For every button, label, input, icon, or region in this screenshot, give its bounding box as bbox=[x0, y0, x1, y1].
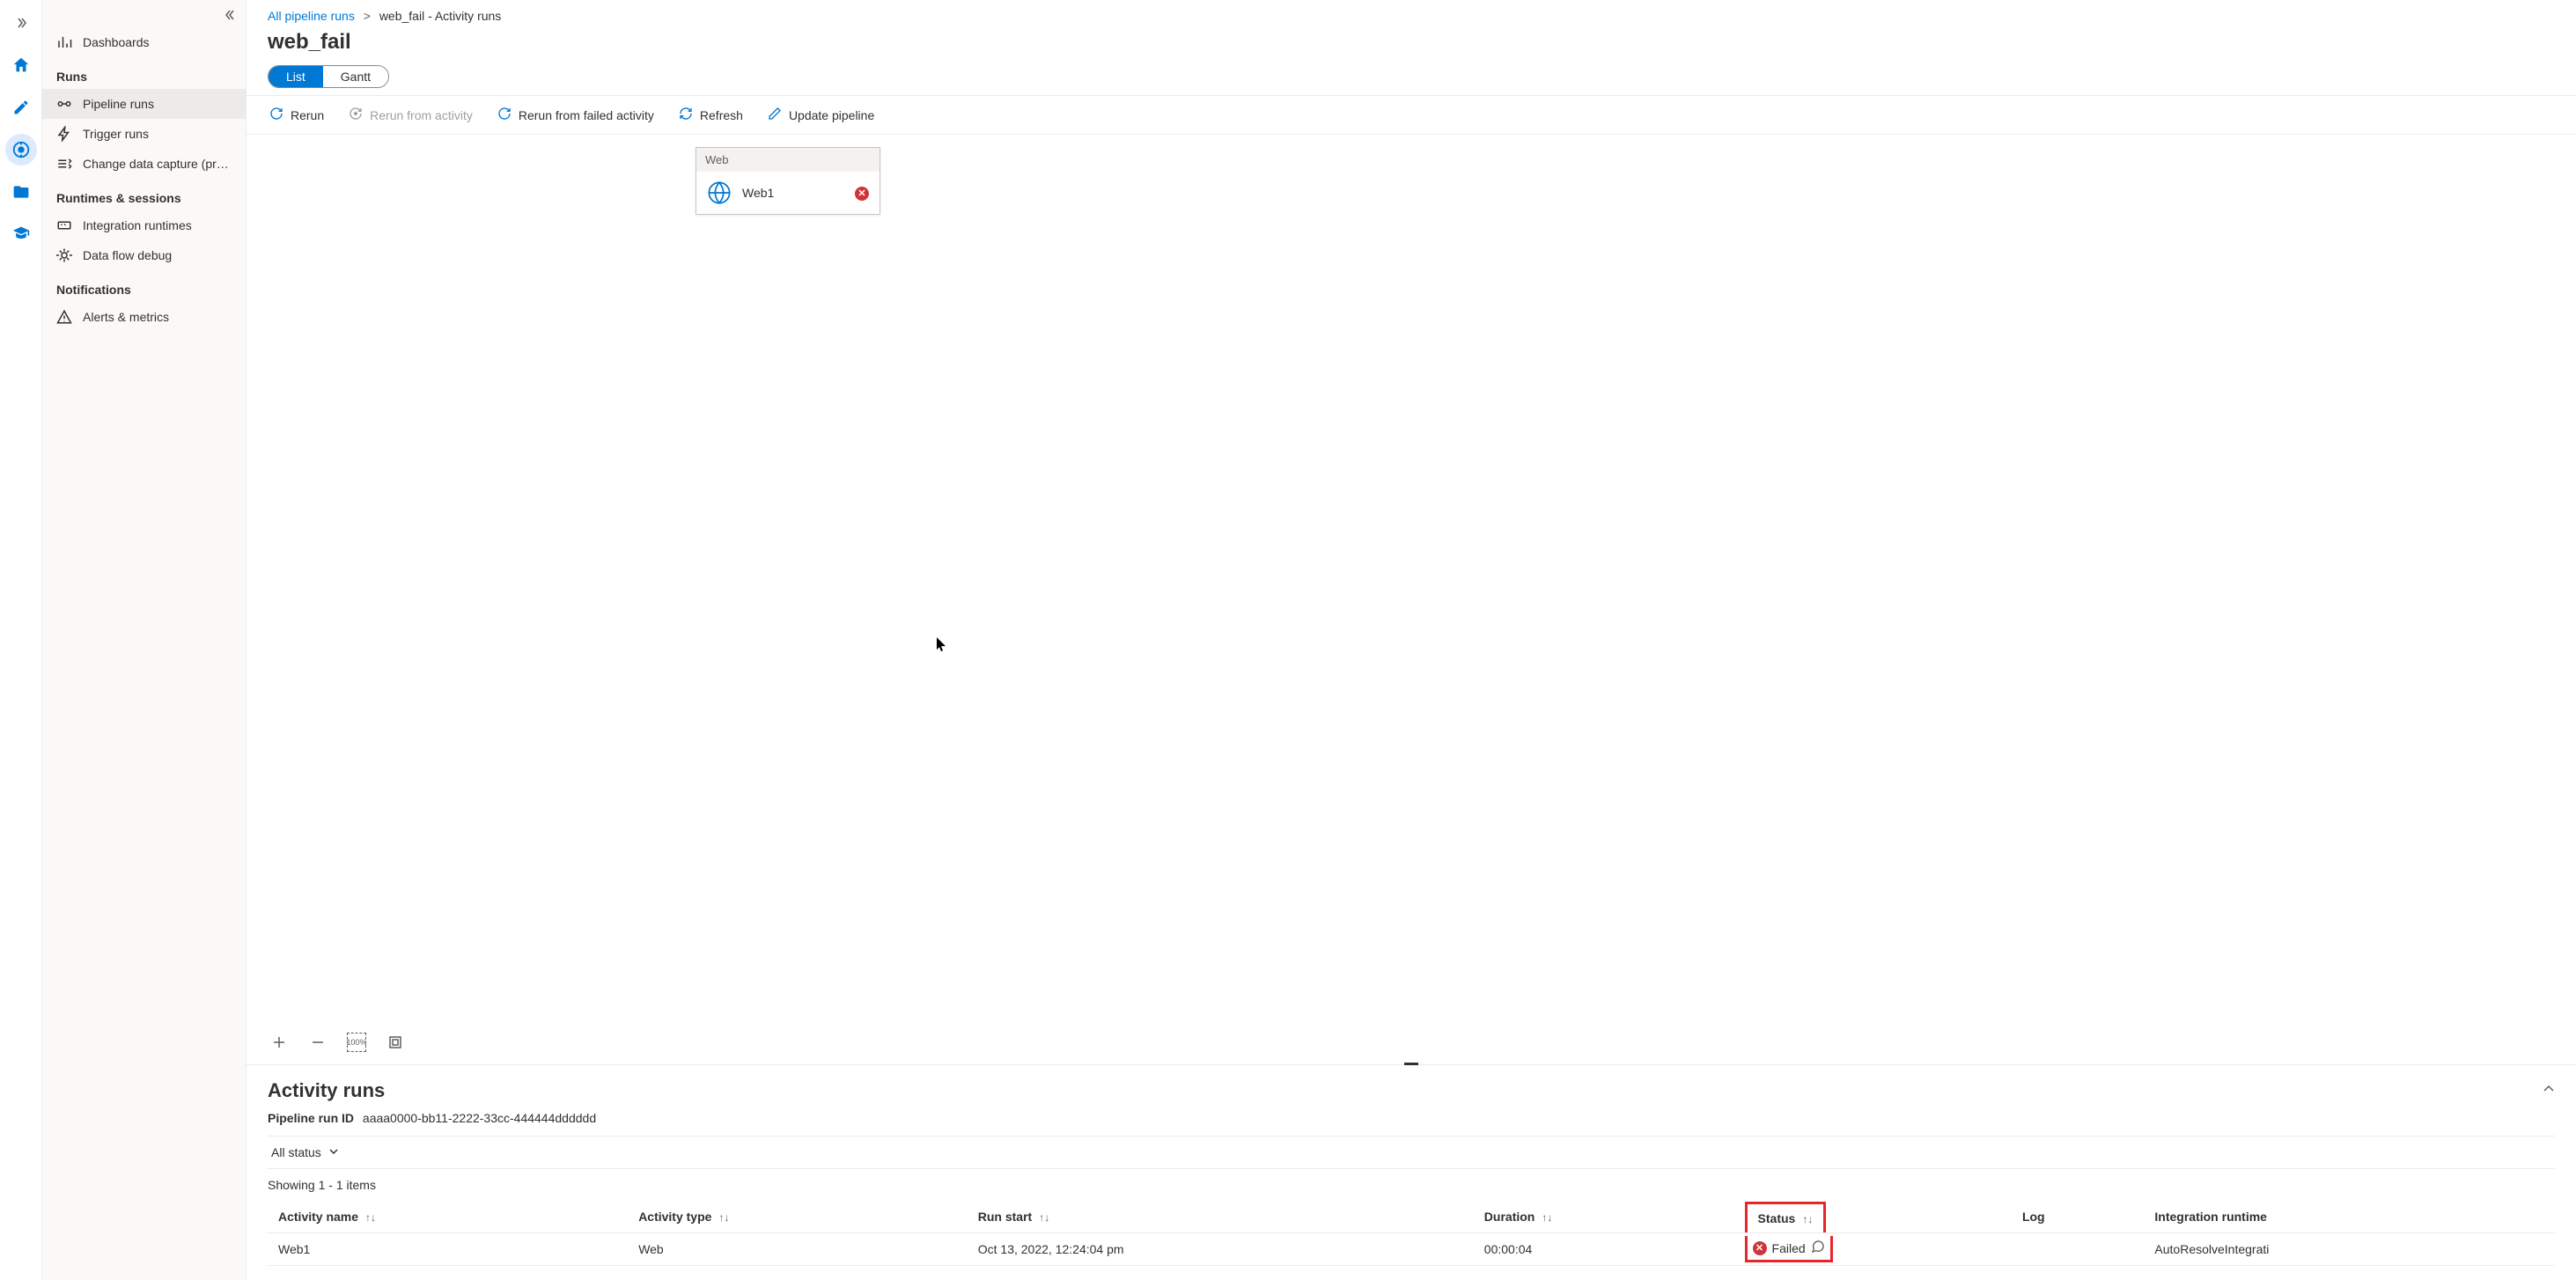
sidebar-label: Dashboards bbox=[83, 35, 150, 49]
cell-activity-type: Web bbox=[628, 1233, 968, 1266]
sidebar-item-cdc[interactable]: Change data capture (previ... bbox=[42, 149, 246, 179]
pipeline-icon bbox=[56, 96, 72, 112]
main-content: All pipeline runs > web_fail - Activity … bbox=[247, 0, 2576, 1280]
trigger-icon bbox=[56, 126, 72, 142]
showing-count: Showing 1 - 1 items bbox=[268, 1178, 2555, 1192]
run-id-value: aaaa0000-bb11-2222-33cc-444444dddddd bbox=[363, 1111, 596, 1125]
breadcrumb: All pipeline runs > web_fail - Activity … bbox=[247, 0, 2576, 26]
sidebar-label: Integration runtimes bbox=[83, 218, 192, 232]
cell-activity-name: Web1 bbox=[268, 1233, 628, 1266]
sidebar: Dashboards Runs Pipeline runs Trigger ru… bbox=[42, 0, 247, 1280]
expand-rail-icon[interactable] bbox=[5, 7, 37, 39]
breadcrumb-sep: > bbox=[364, 9, 371, 23]
sidebar-label: Alerts & metrics bbox=[83, 310, 169, 324]
collapse-panel-icon[interactable] bbox=[2543, 1083, 2555, 1100]
activity-runs-table: Activity name↑↓ Activity type↑↓ Run star… bbox=[268, 1201, 2555, 1266]
activity-runs-title: Activity runs bbox=[268, 1079, 385, 1102]
sidebar-item-dataflow-debug[interactable]: Data flow debug bbox=[42, 240, 246, 270]
sort-icon: ↑↓ bbox=[718, 1211, 729, 1224]
sidebar-label: Change data capture (previ... bbox=[83, 157, 232, 171]
refresh-button[interactable]: Refresh bbox=[677, 103, 745, 127]
col-log[interactable]: Log bbox=[2012, 1201, 2144, 1233]
sidebar-section-runtimes: Runtimes & sessions bbox=[42, 179, 246, 210]
chevron-down-icon bbox=[328, 1145, 339, 1159]
breadcrumb-root[interactable]: All pipeline runs bbox=[268, 9, 355, 23]
rerun-button[interactable]: Rerun bbox=[268, 103, 326, 127]
table-row[interactable]: Web1 Web Oct 13, 2022, 12:24:04 pm 00:00… bbox=[268, 1233, 2555, 1266]
update-pipeline-button[interactable]: Update pipeline bbox=[766, 103, 876, 127]
cell-runtime: AutoResolveIntegrati bbox=[2144, 1233, 2555, 1266]
rerun-icon bbox=[269, 107, 283, 123]
author-icon[interactable] bbox=[5, 92, 37, 123]
runtime-icon bbox=[56, 217, 72, 233]
activity-runs-panel: Activity runs Pipeline run ID aaaa0000-b… bbox=[247, 1065, 2576, 1280]
cell-duration: 00:00:04 bbox=[1474, 1233, 1745, 1266]
sort-icon: ↑↓ bbox=[1802, 1213, 1813, 1225]
zoom-out-icon[interactable] bbox=[308, 1033, 328, 1052]
refresh-icon bbox=[679, 107, 693, 123]
run-id-label: Pipeline run ID bbox=[268, 1111, 354, 1125]
rerun-from-activity-button: Rerun from activity bbox=[347, 103, 475, 127]
cdc-icon bbox=[56, 156, 72, 172]
edit-icon bbox=[768, 107, 782, 123]
node-type-label: Web bbox=[696, 148, 880, 172]
col-activity-type[interactable]: Activity type↑↓ bbox=[628, 1201, 968, 1233]
cell-run-start: Oct 13, 2022, 12:24:04 pm bbox=[968, 1233, 1474, 1266]
icon-rail bbox=[0, 0, 42, 1280]
sidebar-section-notifications: Notifications bbox=[42, 270, 246, 302]
node-name: Web1 bbox=[742, 186, 774, 200]
sidebar-item-pipeline-runs[interactable]: Pipeline runs bbox=[42, 89, 246, 119]
view-gantt-button[interactable]: Gantt bbox=[323, 66, 388, 87]
web-activity-icon bbox=[707, 180, 732, 205]
sidebar-label: Trigger runs bbox=[83, 127, 149, 141]
learn-icon[interactable] bbox=[5, 218, 37, 250]
debug-icon bbox=[56, 247, 72, 263]
view-list-button[interactable]: List bbox=[269, 66, 323, 87]
zoom-in-icon[interactable] bbox=[269, 1033, 289, 1052]
col-activity-name[interactable]: Activity name↑↓ bbox=[268, 1201, 628, 1233]
sidebar-item-trigger-runs[interactable]: Trigger runs bbox=[42, 119, 246, 149]
failed-status-icon: ✕ bbox=[1753, 1241, 1767, 1255]
home-icon[interactable] bbox=[5, 49, 37, 81]
status-filter-dropdown[interactable]: All status bbox=[268, 1144, 342, 1161]
toolbar: Rerun Rerun from activity Rerun from fai… bbox=[247, 95, 2576, 135]
collapse-sidebar-icon[interactable] bbox=[216, 5, 246, 27]
rerun-from-failed-button[interactable]: Rerun from failed activity bbox=[496, 103, 656, 127]
breadcrumb-current: web_fail - Activity runs bbox=[379, 9, 502, 23]
monitor-icon[interactable] bbox=[5, 134, 37, 166]
dashboard-icon bbox=[56, 34, 72, 50]
rerun-failed-icon bbox=[497, 107, 512, 123]
alert-icon bbox=[56, 309, 72, 325]
manage-icon[interactable] bbox=[5, 176, 37, 208]
sort-icon: ↑↓ bbox=[1542, 1211, 1552, 1224]
cell-log bbox=[2012, 1233, 2144, 1266]
col-integration-runtime[interactable]: Integration runtime bbox=[2144, 1201, 2555, 1233]
col-status[interactable]: Status↑↓ bbox=[1745, 1201, 2012, 1233]
sidebar-item-integration-runtimes[interactable]: Integration runtimes bbox=[42, 210, 246, 240]
sort-icon: ↑↓ bbox=[1039, 1211, 1049, 1224]
zoom-reset-icon[interactable]: 100% bbox=[347, 1033, 366, 1052]
sidebar-section-runs: Runs bbox=[42, 57, 246, 89]
cell-status: ✕ Failed bbox=[1745, 1233, 2012, 1266]
node-status-failed-icon: ✕ bbox=[855, 185, 869, 201]
pipeline-canvas[interactable]: Web Web1 ✕ 100% bbox=[247, 135, 2576, 1065]
activity-node-web1[interactable]: Web Web1 ✕ bbox=[696, 147, 880, 215]
sidebar-label: Data flow debug bbox=[83, 248, 172, 262]
zoom-fit-icon[interactable] bbox=[386, 1033, 405, 1052]
col-duration[interactable]: Duration↑↓ bbox=[1474, 1201, 1745, 1233]
sidebar-item-dashboards[interactable]: Dashboards bbox=[42, 27, 246, 57]
col-run-start[interactable]: Run start↑↓ bbox=[968, 1201, 1474, 1233]
canvas-controls: 100% bbox=[261, 1027, 414, 1057]
error-message-icon[interactable] bbox=[1811, 1240, 1825, 1256]
rerun-activity-icon bbox=[349, 107, 363, 123]
sort-icon: ↑↓ bbox=[365, 1211, 376, 1224]
resize-handle[interactable] bbox=[1404, 1063, 1418, 1065]
sidebar-label: Pipeline runs bbox=[83, 97, 154, 111]
page-title: web_fail bbox=[247, 26, 2576, 65]
sidebar-item-alerts[interactable]: Alerts & metrics bbox=[42, 302, 246, 332]
view-toggle: List Gantt bbox=[268, 65, 2555, 88]
